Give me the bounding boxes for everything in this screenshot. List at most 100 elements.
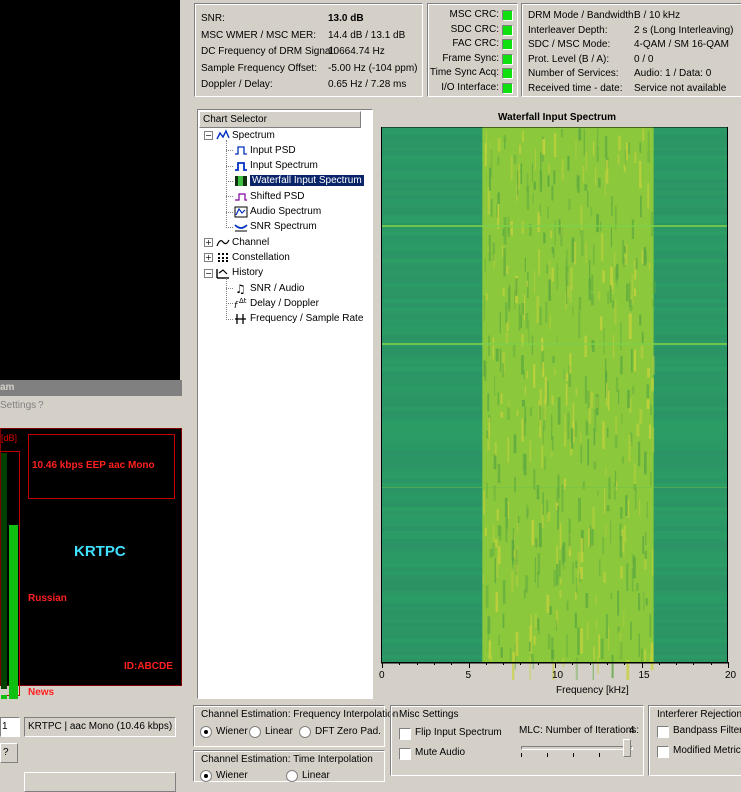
- waterfall-streak: [573, 241, 577, 265]
- freq-interp-title: Channel Estimation: Frequency Interpolat…: [201, 709, 399, 720]
- waterfall-streak: [490, 198, 493, 217]
- mlc-slider-track[interactable]: [521, 746, 633, 750]
- waterfall-streak: [641, 249, 644, 265]
- help-button[interactable]: ?: [0, 743, 18, 763]
- waterfall-streak: [621, 456, 624, 464]
- waterfall-streak: [489, 141, 491, 167]
- mlc-slider-thumb[interactable]: [623, 739, 631, 757]
- slider-tick: [599, 753, 600, 757]
- waterfall-streak: [580, 628, 584, 654]
- radio-linear[interactable]: [249, 726, 261, 738]
- waterfall-streak: [534, 270, 536, 294]
- crc-label: SDC CRC:: [450, 23, 499, 35]
- waterfall-streak: [543, 232, 546, 244]
- tree-item-waterfall-input-spectrum[interactable]: Waterfall Input Spectrum: [234, 174, 364, 188]
- tree-expander-icon[interactable]: +: [204, 253, 213, 263]
- x-minor-tick: [676, 662, 678, 665]
- tree-item-input-psd[interactable]: Input PSD: [234, 143, 296, 157]
- waterfall-streak: [575, 577, 578, 594]
- tree-item-audio-spectrum[interactable]: Audio Spectrum: [234, 205, 321, 219]
- tree-expander-icon[interactable]: −: [204, 131, 213, 140]
- waterfall-streak: [577, 175, 580, 193]
- tree-item-delay-doppler[interactable]: f Δt Delay / Doppler: [234, 296, 319, 311]
- tree-item-shifted-psd[interactable]: Shifted PSD: [234, 189, 304, 203]
- flip-input-checkbox[interactable]: [399, 728, 411, 740]
- waterfall-streak: [581, 229, 584, 256]
- waterfall-streak: [606, 427, 609, 438]
- tree-group-spectrum[interactable]: Spectrum: [216, 128, 275, 142]
- tree-expander-icon[interactable]: +: [204, 238, 213, 248]
- waterfall-streak: [502, 579, 506, 604]
- waterfall-streak: [551, 637, 554, 663]
- waterfall-streak: [643, 247, 647, 266]
- waterfall-streak: [542, 425, 544, 445]
- waterfall-sync-line: [382, 343, 728, 345]
- x-minor-tick: [451, 662, 453, 665]
- radio-wiener[interactable]: [200, 726, 212, 738]
- tree-group-history[interactable]: History: [216, 266, 263, 280]
- waterfall-streak: [513, 434, 517, 454]
- tree-group-channel[interactable]: Channel: [216, 235, 269, 249]
- waterfall-streak: [631, 433, 633, 447]
- waterfall-streak: [643, 591, 645, 611]
- x-minor-tick: [537, 662, 539, 665]
- waterfall-streak: [502, 362, 505, 378]
- x-minor-tick: [416, 662, 418, 665]
- service-button-2[interactable]: [24, 772, 176, 792]
- waterfall-plot[interactable]: [380, 127, 741, 680]
- chart-selector-header[interactable]: Chart Selector: [199, 111, 361, 128]
- tree-item-snr-audio[interactable]: ♫ SNR / Audio: [234, 281, 304, 296]
- slider-tick: [573, 753, 574, 757]
- waterfall-streak: [592, 141, 595, 156]
- waterfall-streak: [526, 504, 528, 520]
- menu-settings[interactable]: Settings: [0, 400, 36, 411]
- waterfall-streak: [594, 595, 597, 605]
- waterfall-streak: [652, 427, 655, 453]
- tree-item-input-spectrum[interactable]: Input Spectrum: [234, 159, 318, 173]
- waterfall-streak: [521, 130, 525, 143]
- mode-label: Number of Services:: [528, 68, 619, 79]
- frequency-icon: [234, 313, 248, 325]
- waterfall-streak: [518, 163, 520, 190]
- waterfall-streak: [615, 377, 619, 393]
- radio-dft-zero-pad[interactable]: [299, 726, 311, 738]
- bandpass-filter-checkbox[interactable]: [657, 726, 669, 738]
- waterfall-streak: [541, 445, 544, 469]
- service-index[interactable]: 1: [0, 717, 20, 737]
- waterfall-streak: [487, 187, 491, 215]
- status-led-icon: [502, 39, 513, 50]
- waterfall-streak: [584, 335, 588, 358]
- tree-expander-icon[interactable]: −: [204, 268, 213, 278]
- waterfall-streak: [516, 409, 519, 417]
- mute-audio-checkbox[interactable]: [399, 748, 411, 760]
- x-minor-tick: [606, 662, 608, 665]
- waterfall-streak: [560, 578, 562, 585]
- radio-time-linear[interactable]: [286, 770, 298, 782]
- tree-item-frequency-sample-rate[interactable]: Frequency / Sample Rate: [234, 312, 363, 326]
- waterfall-streak: [608, 477, 611, 500]
- waterfall-streak: [645, 532, 647, 546]
- waterfall-streak: [495, 539, 498, 548]
- waterfall-streak: [639, 160, 642, 189]
- waterfall-streak: [515, 564, 519, 586]
- waterfall-streak: [592, 244, 595, 265]
- waterfall-streak: [644, 550, 647, 559]
- tree-label: Shifted PSD: [250, 190, 305, 202]
- modified-metrics-checkbox[interactable]: [657, 746, 669, 758]
- waterfall-streak: [504, 139, 506, 150]
- mlc-label: MLC: Number of Iterations:: [519, 725, 640, 736]
- menu-help[interactable]: ?: [38, 400, 44, 411]
- waterfall-streak: [585, 420, 589, 436]
- tree-group-constellation[interactable]: Constellation: [216, 250, 290, 264]
- waterfall-streak: [596, 214, 599, 233]
- radio-time-wiener[interactable]: [200, 770, 212, 782]
- service-button-1[interactable]: KRTPC | aac Mono (10.46 kbps): [24, 717, 176, 737]
- service-line: KRTPC | aac Mono (10.46 kbps): [28, 721, 173, 732]
- waterfall-streak: [547, 175, 550, 187]
- waterfall-streak: [577, 570, 579, 588]
- waterfall-streak: [546, 594, 550, 613]
- waterfall-streak: [524, 385, 526, 395]
- waterfall-streak: [554, 219, 556, 246]
- main-window-titlebar[interactable]: am: [0, 380, 182, 396]
- tree-item-snr-spectrum[interactable]: SNR Spectrum: [234, 220, 317, 234]
